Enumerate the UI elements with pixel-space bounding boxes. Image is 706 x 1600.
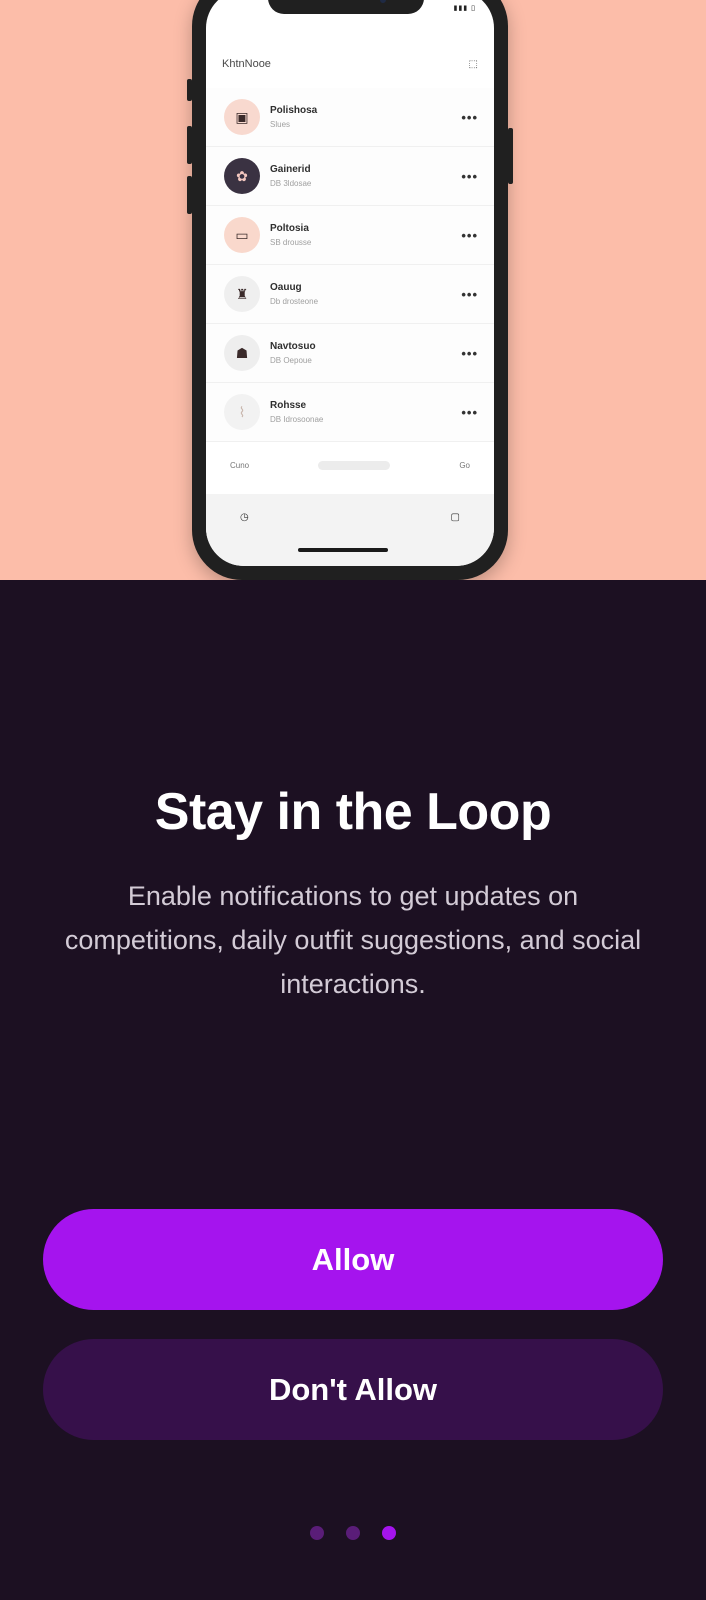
list-item-subtitle: DB Oepoue (270, 356, 312, 365)
more-icon: ••• (461, 109, 478, 125)
mockup-tab-bar: ◷ ▢ (206, 494, 494, 566)
page-indicator (0, 1526, 706, 1540)
list-item: ▭ Poltosia SB drousse ••• (206, 206, 494, 265)
phone-side-button (187, 126, 192, 164)
mockup-list: ▣ Polishosa Slues ••• ✿ Gainerid DB 3ldo… (206, 88, 494, 442)
dont-allow-button[interactable]: Don't Allow (43, 1339, 663, 1440)
list-item-subtitle: DB 3ldosae (270, 179, 312, 188)
list-item-subtitle: SB drousse (270, 238, 312, 247)
list-item-name: Gainerid (270, 164, 311, 175)
list-item: ⌇ Rohsse DB Idrosoonae ••• (206, 383, 494, 442)
chat-icon: ⬚ (468, 58, 478, 70)
more-icon: ••• (461, 227, 478, 243)
mockup-footer-bar (318, 460, 391, 470)
list-item-name: Navtosuo (270, 341, 316, 352)
list-item-name: Oauug (270, 282, 302, 293)
page-dot[interactable] (346, 1526, 360, 1540)
phone-screen: ▮▮▮ ▯ KhtnNooe ⬚ ▣ Polishosa Slues ••• ✿… (206, 0, 494, 566)
camera-icon (380, 0, 386, 3)
phone-side-button (187, 176, 192, 214)
status-bar-icons: ▮▮▮ ▯ (453, 5, 476, 12)
list-item: ✿ Gainerid DB 3ldosae ••• (206, 147, 494, 206)
phone-mockup: ▮▮▮ ▯ KhtnNooe ⬚ ▣ Polishosa Slues ••• ✿… (187, 0, 513, 580)
mockup-app-header: KhtnNooe ⬚ (206, 44, 494, 84)
list-item: ▣ Polishosa Slues ••• (206, 88, 494, 147)
mockup-footer-left: Cuno (230, 460, 250, 470)
clock-icon: ◷ (240, 512, 249, 523)
inbox-icon: ▢ (450, 512, 460, 523)
avatar: ▣ (224, 99, 260, 135)
list-item-text: Navtosuo DB Oepoue (270, 341, 461, 365)
notification-permission-screen: ▮▮▮ ▯ KhtnNooe ⬚ ▣ Polishosa Slues ••• ✿… (0, 0, 706, 1600)
list-item-name: Poltosia (270, 223, 309, 234)
list-item: ♜ Oauug Db drosteone ••• (206, 265, 494, 324)
phone-side-button (508, 128, 513, 184)
more-icon: ••• (461, 286, 478, 302)
phone-notch (268, 0, 424, 14)
mockup-app-title: KhtnNooe (222, 58, 271, 70)
list-item-text: Poltosia SB drousse (270, 223, 461, 247)
more-icon: ••• (461, 404, 478, 420)
avatar: ☗ (224, 335, 260, 371)
page-dot[interactable] (310, 1526, 324, 1540)
list-item: ☗ Navtosuo DB Oepoue ••• (206, 324, 494, 383)
list-item-text: Polishosa Slues (270, 105, 461, 129)
more-icon: ••• (461, 168, 478, 184)
list-item-subtitle: DB Idrosoonae (270, 415, 324, 424)
hero-illustration: ▮▮▮ ▯ KhtnNooe ⬚ ▣ Polishosa Slues ••• ✿… (0, 0, 706, 580)
list-item-text: Rohsse DB Idrosoonae (270, 400, 461, 424)
list-item-subtitle: Db drosteone (270, 297, 319, 306)
mockup-footer: Cuno Go (206, 450, 494, 480)
allow-button[interactable]: Allow (43, 1209, 663, 1310)
page-title: Stay in the Loop (154, 783, 552, 841)
mockup-footer-right: Go (459, 460, 470, 470)
avatar: ▭ (224, 217, 260, 253)
avatar: ♜ (224, 276, 260, 312)
list-item-name: Rohsse (270, 400, 307, 411)
page-subtitle: Enable notifications to get updates on c… (64, 881, 642, 999)
page-dot[interactable] (382, 1526, 396, 1540)
list-item-text: Oauug Db drosteone (270, 282, 461, 306)
list-item-subtitle: Slues (270, 120, 291, 129)
more-icon: ••• (461, 345, 478, 361)
avatar: ✿ (224, 158, 260, 194)
list-item-text: Gainerid DB 3ldosae (270, 164, 461, 188)
list-item-name: Polishosa (270, 105, 318, 116)
home-indicator (298, 548, 388, 552)
phone-side-button (187, 79, 192, 101)
avatar: ⌇ (224, 394, 260, 430)
